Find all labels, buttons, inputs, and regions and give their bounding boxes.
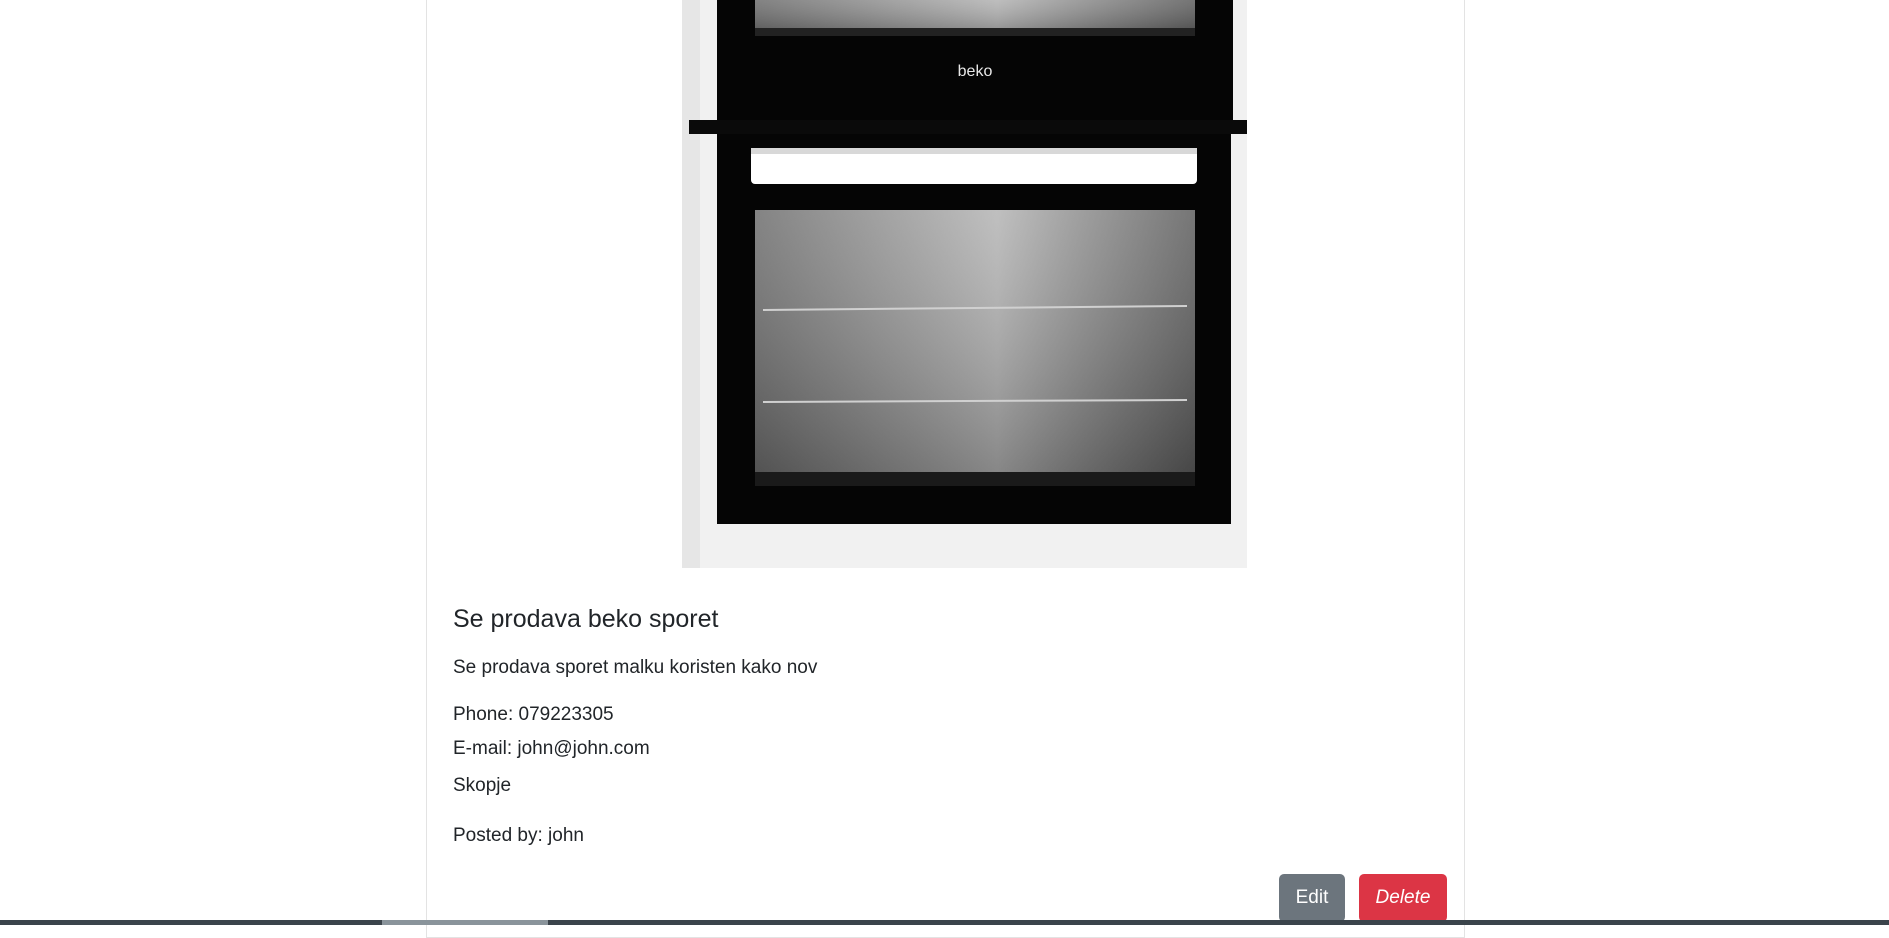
listing-phone: Phone: 079223305 xyxy=(453,704,614,725)
listing-city: Skopje xyxy=(453,775,512,796)
horizontal-scrollbar-thumb[interactable] xyxy=(382,920,548,925)
listing-email: E-mail: john@john.com xyxy=(453,738,650,759)
listing-card: beko Se prodava beko sporet Se prodava s… xyxy=(426,0,1465,938)
edit-button[interactable]: Edit xyxy=(1279,874,1345,922)
oven-product-image: beko xyxy=(682,0,1247,568)
brand-logo: beko xyxy=(958,63,993,80)
listing-description: Se prodava sporet malku koristen kako no… xyxy=(453,657,818,678)
delete-button[interactable]: Delete xyxy=(1359,874,1447,922)
listing-title: Se prodava beko sporet xyxy=(453,605,719,633)
listing-posted-by: Posted by: john xyxy=(453,825,584,846)
card-body: Se prodava beko sporet Se prodava sporet… xyxy=(453,604,1443,846)
horizontal-scrollbar-track[interactable] xyxy=(0,920,1889,925)
